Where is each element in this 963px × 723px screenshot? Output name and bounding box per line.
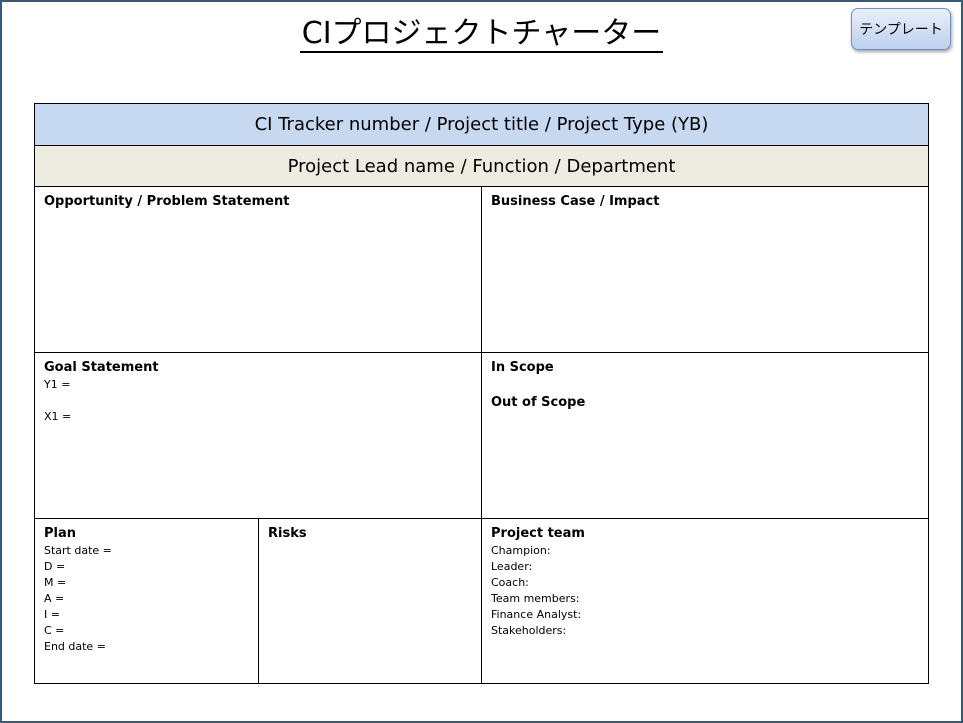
risks-cell[interactable]: Risks — [259, 519, 481, 684]
team-line: Team members: — [491, 592, 580, 605]
goal-heading: Goal Statement — [44, 360, 159, 375]
team-line: Finance Analyst: — [491, 608, 582, 621]
business-case-cell[interactable]: Business Case / Impact — [482, 187, 928, 352]
scope-cell[interactable]: In Scope Out of Scope — [482, 353, 928, 518]
team-line: Champion: — [491, 544, 551, 557]
team-line: Stakeholders: — [491, 624, 567, 637]
team-cell[interactable]: Project team Champion: Leader: Coach: Te… — [482, 519, 928, 684]
team-heading: Project team — [491, 526, 585, 541]
plan-line: Start date = — [44, 544, 112, 557]
template-button[interactable]: テンプレート — [851, 8, 951, 50]
goal-x1: X1 = — [44, 410, 72, 423]
charter-table: CI Tracker number / Project title / Proj… — [34, 103, 929, 684]
team-line: Leader: — [491, 560, 533, 573]
opportunity-cell[interactable]: Opportunity / Problem Statement — [35, 187, 481, 352]
plan-cell[interactable]: Plan Start date = D = M = A = I = C = En… — [35, 519, 258, 684]
plan-heading: Plan — [44, 526, 77, 541]
plan-line: D = — [44, 560, 66, 573]
in-scope-heading: In Scope — [491, 360, 554, 375]
project-lead-band: Project Lead name / Function / Departmen… — [35, 146, 928, 187]
plan-line: C = — [44, 624, 65, 637]
opportunity-heading: Opportunity / Problem Statement — [44, 194, 290, 209]
goal-y1: Y1 = — [44, 378, 71, 391]
plan-line: End date = — [44, 640, 106, 653]
business-case-heading: Business Case / Impact — [491, 194, 660, 209]
goal-cell[interactable]: Goal Statement Y1 = X1 = — [35, 353, 481, 518]
plan-line: I = — [44, 608, 60, 621]
page-title: CIプロジェクトチャーター — [299, 16, 664, 53]
plan-line: A = — [44, 592, 65, 605]
plan-line: M = — [44, 576, 67, 589]
risks-heading: Risks — [268, 526, 307, 541]
out-of-scope-heading: Out of Scope — [491, 395, 586, 410]
tracker-band: CI Tracker number / Project title / Proj… — [35, 104, 928, 146]
team-line: Coach: — [491, 576, 529, 589]
